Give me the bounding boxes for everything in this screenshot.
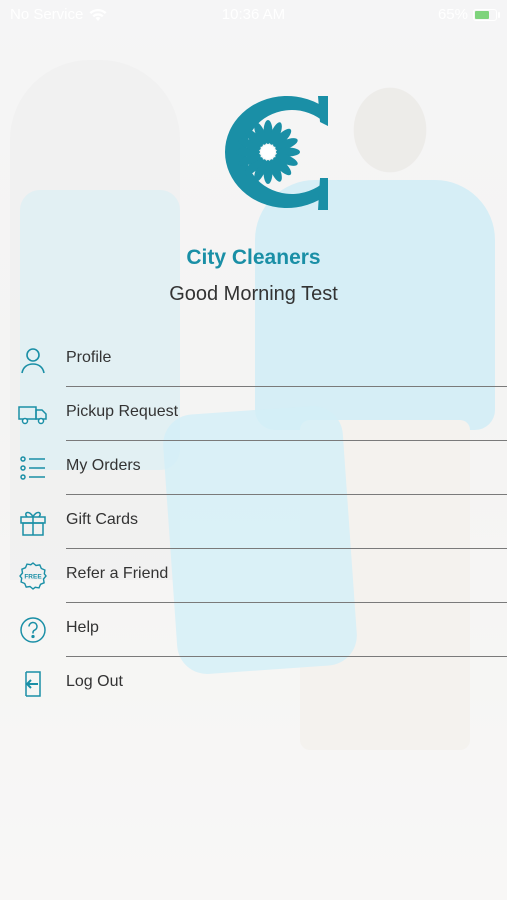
status-right: 65%	[437, 6, 500, 23]
menu-item-gift-cards[interactable]: Gift Cards	[0, 495, 507, 549]
battery-percent: 65%	[437, 6, 468, 23]
brand-name: City Cleaners	[186, 246, 321, 269]
logout-icon	[25, 671, 41, 697]
greeting: Good Morning Test	[169, 283, 338, 305]
menu-item-my-orders[interactable]: My Orders	[0, 441, 507, 495]
help-icon	[20, 617, 46, 643]
menu-item-label: Help	[66, 619, 99, 636]
menu-item-pickup-request[interactable]: Pickup Request	[0, 387, 507, 441]
menu-item-label: Profile	[66, 349, 112, 366]
menu-item-refer-a-friend[interactable]: FREE Refer a Friend	[0, 549, 507, 603]
status-time: 10:36 AM	[221, 6, 286, 23]
truck-icon	[18, 406, 47, 425]
menu-item-label: Pickup Request	[66, 403, 179, 420]
list-icon	[20, 456, 45, 480]
menu-item-profile[interactable]: Profile	[0, 333, 507, 387]
menu-item-log-out[interactable]: Log Out	[0, 657, 507, 711]
gift-icon	[20, 511, 46, 536]
status-bar: No Service 10:36 AM 65%	[0, 0, 507, 28]
menu-item-label: Gift Cards	[66, 511, 139, 528]
free-badge-text: FREE	[24, 574, 42, 581]
menu-item-label: Refer a Friend	[66, 565, 169, 582]
person-icon	[21, 348, 45, 374]
menu-item-label: My Orders	[66, 457, 141, 474]
menu-item-help[interactable]: Help	[0, 603, 507, 657]
city-cleaners-logo	[224, 96, 328, 210]
menu-item-label: Log Out	[66, 673, 123, 690]
free-badge-icon: FREE	[19, 562, 47, 590]
side-menu: Profile Pickup Request My Orders Gift Ca…	[0, 333, 507, 711]
battery-icon	[473, 8, 500, 21]
